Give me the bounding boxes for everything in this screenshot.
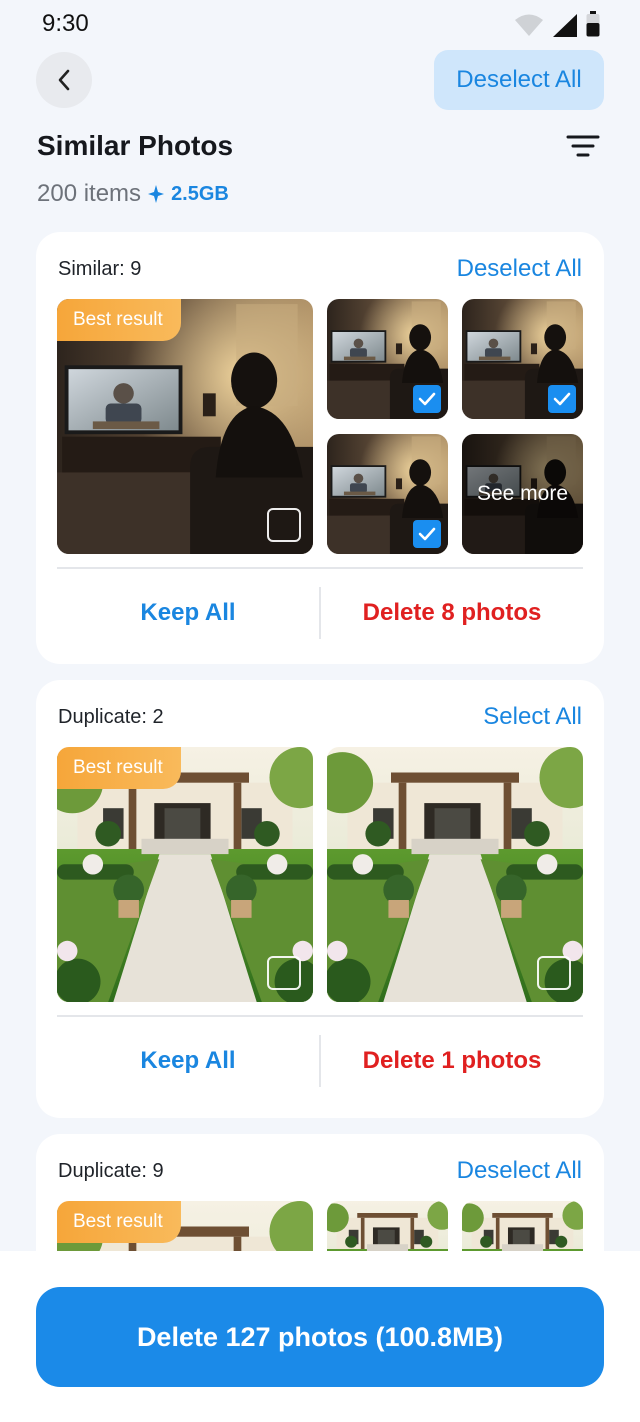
checkmark-icon xyxy=(418,527,436,541)
group-header: Duplicate: 9 Deselect All xyxy=(58,1156,582,1186)
best-result-badge: Best result xyxy=(57,747,181,789)
sparkle-icon xyxy=(148,185,165,203)
photo-thumbnail[interactable] xyxy=(327,434,448,554)
status-time: 9:30 xyxy=(42,10,89,37)
photo-thumbnail[interactable] xyxy=(327,747,583,1002)
photo-checkbox[interactable] xyxy=(537,956,571,990)
checkmark-icon xyxy=(418,392,436,406)
photo-checkbox-checked[interactable] xyxy=(413,520,441,548)
sort-icon xyxy=(566,135,600,157)
see-more-label: See more xyxy=(476,482,569,505)
signal-icon xyxy=(553,14,577,37)
group-header: Duplicate: 2 Select All xyxy=(58,702,582,732)
delete-group-button[interactable]: Delete 8 photos xyxy=(321,599,583,627)
status-bar: 9:30 xyxy=(0,0,640,50)
photo-thumbnail[interactable]: Best result xyxy=(57,747,313,1002)
group-header: Similar: 9 Deselect All xyxy=(58,254,582,284)
best-result-badge: Best result xyxy=(57,1201,181,1243)
page-title: Similar Photos xyxy=(37,130,234,161)
photo-checkbox[interactable] xyxy=(267,508,301,542)
best-result-badge: Best result xyxy=(57,299,181,341)
group-deselect-all-button[interactable]: Deselect All xyxy=(457,255,582,283)
photo-group-card: Duplicate: 2 Select All Best result Keep… xyxy=(36,680,604,1118)
bottom-action-bar: Delete 127 photos (100.8MB) xyxy=(0,1251,640,1422)
photo-group-card: Similar: 9 Deselect All Best result See … xyxy=(36,232,604,664)
photo-checkbox-checked[interactable] xyxy=(548,385,576,413)
see-more-overlay[interactable]: See more xyxy=(462,434,583,554)
photo-thumbnail[interactable] xyxy=(327,299,448,419)
photo-checkbox-checked[interactable] xyxy=(413,385,441,413)
group-actions: Keep All Delete 1 photos xyxy=(57,1015,583,1105)
group-label: Duplicate: 9 xyxy=(58,1159,164,1182)
group-actions: Keep All Delete 8 photos xyxy=(57,567,583,657)
see-more-thumbnail[interactable]: See more xyxy=(462,434,583,554)
keep-all-button[interactable]: Keep All xyxy=(57,1047,319,1075)
wifi-icon xyxy=(515,14,543,36)
item-count: 200 items xyxy=(37,180,142,207)
photo-thumbnail[interactable] xyxy=(462,299,583,419)
battery-icon xyxy=(586,11,600,37)
chevron-left-icon xyxy=(58,69,70,91)
group-label: Duplicate: 2 xyxy=(58,705,164,728)
back-button[interactable] xyxy=(36,52,92,108)
group-label: Similar: 9 xyxy=(58,257,142,280)
status-icons xyxy=(514,11,600,37)
deselect-all-button[interactable]: Deselect All xyxy=(434,50,604,110)
delete-selected-button[interactable]: Delete 127 photos (100.8MB) xyxy=(36,1287,604,1387)
sort-filter-button[interactable] xyxy=(566,134,600,158)
delete-group-button[interactable]: Delete 1 photos xyxy=(321,1047,583,1075)
photo-checkbox[interactable] xyxy=(267,956,301,990)
checkmark-icon xyxy=(553,392,571,406)
total-size: 2.5GB xyxy=(171,182,229,205)
group-deselect-all-button[interactable]: Deselect All xyxy=(457,1157,582,1185)
summary: 200 items 2.5GB xyxy=(37,180,229,208)
keep-all-button[interactable]: Keep All xyxy=(57,599,319,627)
group-select-all-button[interactable]: Select All xyxy=(483,703,582,731)
photo-thumbnail[interactable]: Best result xyxy=(57,299,313,554)
